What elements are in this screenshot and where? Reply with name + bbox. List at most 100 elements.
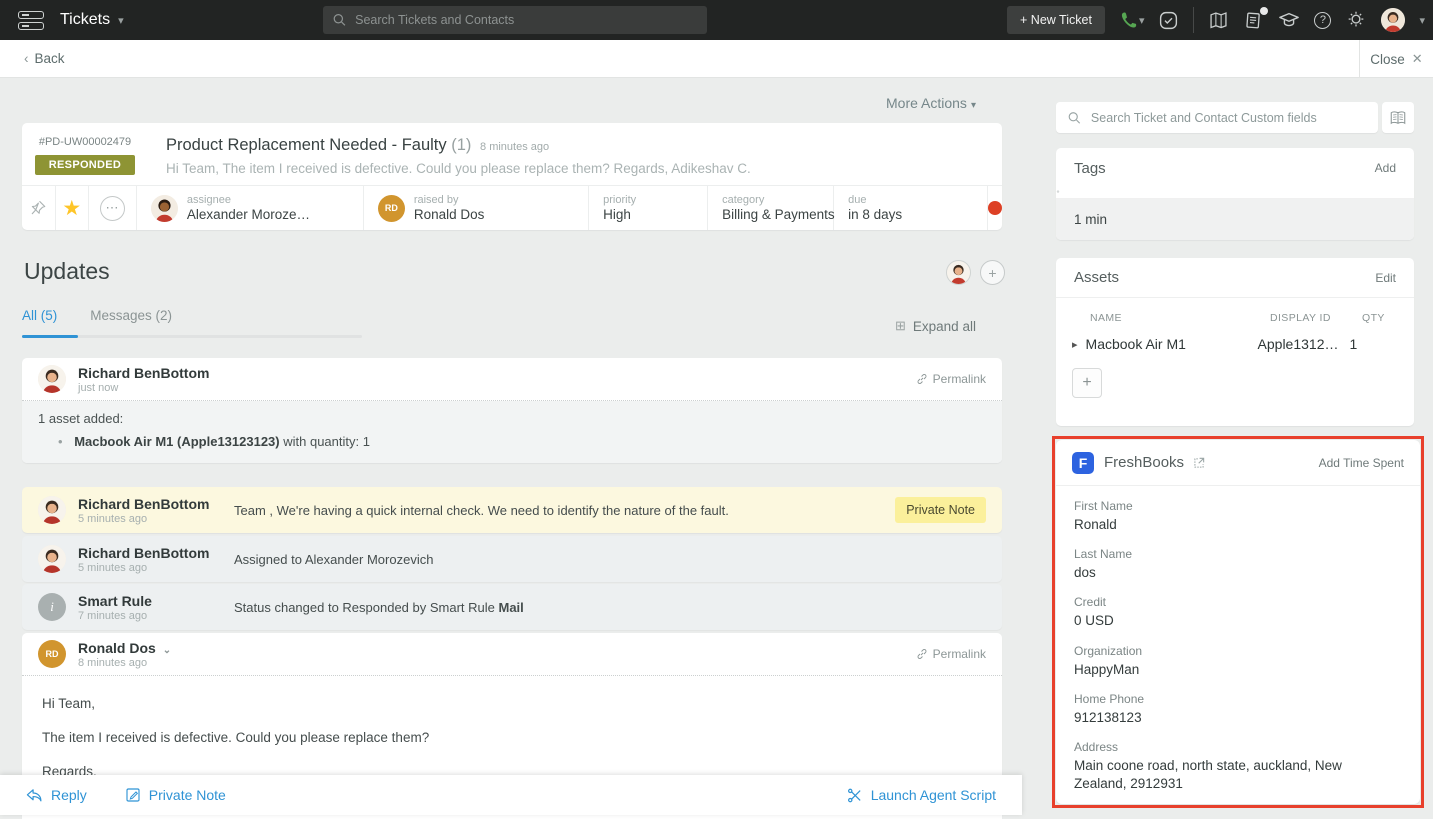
reply-button[interactable]: Reply — [26, 787, 87, 803]
sla-red-dot[interactable] — [988, 201, 1002, 215]
more-actions-label: More Actions — [886, 95, 967, 111]
asset-display-id: Apple1312… — [1258, 336, 1350, 352]
expand-all-button[interactable]: ⊞ Expand all — [895, 318, 976, 334]
chevron-down-icon[interactable]: ▾ — [1419, 14, 1425, 27]
category-value: Billing & Payments — [722, 207, 835, 222]
private-note-label: Private Note — [149, 787, 226, 803]
entry-author[interactable]: Richard BenBottom — [78, 545, 209, 561]
watcher-avatar[interactable] — [946, 260, 971, 285]
freshbooks-header: F FreshBooks Add Time Spent — [1056, 440, 1420, 486]
fb-label: Organization — [1074, 644, 1402, 658]
todo-menu[interactable] — [1158, 10, 1179, 31]
due-field[interactable]: due in 8 days — [834, 186, 988, 230]
bullet-icon: • — [58, 434, 63, 449]
ticket-title[interactable]: Product Replacement Needed - Faulty — [166, 136, 447, 154]
asset-row[interactable]: ▸ Macbook Air M1 Apple1312… 1 — [1056, 324, 1414, 352]
ideas-menu[interactable] — [1345, 9, 1367, 31]
name-chevron-icon: ⌄ — [163, 645, 171, 656]
caret-right-icon[interactable]: ▸ — [1072, 338, 1078, 351]
tab-all[interactable]: All (5) — [22, 308, 57, 335]
entry-time: 7 minutes ago — [78, 610, 152, 622]
add-asset-button[interactable]: + — [1072, 368, 1102, 398]
more-actions-button[interactable]: More Actions▾ — [886, 95, 976, 111]
asset-name: Macbook Air M1 — [1086, 336, 1258, 352]
agent-avatar — [38, 496, 66, 524]
ticket-summary-card: #PD-UW00002479 RESPONDED Product Replace… — [22, 123, 1002, 230]
phone-menu[interactable]: ▾ — [1119, 10, 1145, 30]
user-avatar — [1381, 8, 1405, 32]
close-icon: ✕ — [1412, 51, 1423, 67]
freshbooks-card: F FreshBooks Add Time Spent First Name R… — [1056, 440, 1420, 804]
ticket-toolbar: ‹ Back Close ✕ — [0, 40, 1433, 78]
permalink-button[interactable]: Permalink — [916, 647, 986, 661]
raised-by-field[interactable]: RD raised by Ronald Dos — [364, 186, 589, 230]
assets-edit-button[interactable]: Edit — [1375, 271, 1396, 285]
star-icon: ★ — [62, 196, 81, 221]
tab-messages[interactable]: Messages (2) — [90, 308, 172, 335]
custom-fields-search-input[interactable] — [1091, 111, 1366, 125]
due-label: due — [848, 194, 902, 206]
profile-menu[interactable] — [1381, 8, 1405, 32]
assets-col-display-id: DISPLAY ID — [1270, 312, 1362, 324]
custom-fields-search[interactable] — [1056, 102, 1378, 133]
entry-author[interactable]: Richard BenBottom — [78, 365, 209, 381]
entry-author[interactable]: Richard BenBottom — [78, 496, 209, 512]
global-search[interactable] — [323, 6, 707, 34]
freshbooks-logo: F — [1072, 452, 1094, 474]
ticket-thread-count: (1) — [451, 136, 471, 154]
category-field[interactable]: category Billing & Payments — [708, 186, 834, 230]
ellipsis-icon: ⋯ — [100, 196, 125, 221]
update-entry-private-note: Richard BenBottom 5 minutes ago Team , W… — [22, 487, 1002, 533]
clipped-widget-row: ˳⋯ — [1056, 188, 1414, 199]
module-selector-label: Tickets — [60, 11, 110, 29]
assets-col-qty: QTY — [1362, 312, 1385, 324]
entry-time: 8 minutes ago — [78, 657, 171, 669]
fb-label: Home Phone — [1074, 692, 1402, 706]
star-button[interactable]: ★ — [56, 186, 90, 230]
add-watcher-button[interactable]: + — [980, 260, 1005, 285]
assignee-field[interactable]: assignee Alexander Moroze… — [137, 186, 364, 230]
external-link-icon[interactable] — [1192, 456, 1206, 470]
back-button[interactable]: ‹ Back — [24, 51, 65, 66]
fields-panel-button[interactable] — [1382, 102, 1414, 133]
product-switcher-icon[interactable] — [18, 11, 44, 30]
new-ticket-button[interactable]: + New Ticket — [1007, 6, 1105, 34]
assignee-avatar — [151, 195, 178, 222]
global-search-input[interactable] — [355, 13, 697, 27]
permalink-button[interactable]: Permalink — [916, 372, 986, 386]
permalink-label: Permalink — [933, 647, 986, 661]
tags-add-button[interactable]: Add — [1375, 161, 1396, 175]
raised-by-value: Ronald Dos — [414, 207, 485, 222]
requester-avatar: RD — [38, 640, 66, 668]
entry-author[interactable]: Ronald Dos⌄ — [78, 640, 171, 656]
asset-added-bullet: • Macbook Air M1 (Apple13123123) with qu… — [38, 434, 986, 449]
priority-field[interactable]: priority High — [589, 186, 708, 230]
guide-menu[interactable] — [1208, 10, 1229, 31]
back-chevron-icon: ‹ — [24, 51, 29, 66]
whats-new-menu[interactable] — [1243, 10, 1264, 31]
launch-agent-script-button[interactable]: Launch Agent Script — [846, 787, 996, 804]
raised-by-label: raised by — [414, 194, 485, 206]
ticket-time: 8 minutes ago — [480, 141, 549, 153]
entry-time: 5 minutes ago — [78, 562, 209, 574]
info-icon: i — [38, 593, 66, 621]
private-note-badge: Private Note — [895, 497, 986, 523]
graduation-cap-icon — [1278, 9, 1300, 31]
tags-header: Tags Add — [1056, 148, 1414, 188]
reply-label: Reply — [51, 787, 87, 803]
back-label: Back — [35, 51, 65, 66]
pin-button[interactable] — [22, 186, 56, 230]
message-line: The item I received is defective. Could … — [42, 730, 982, 745]
sla-indicator-cell — [988, 186, 1002, 230]
close-button[interactable]: Close ✕ — [1359, 40, 1433, 78]
assignee-value: Alexander Moroze… — [187, 207, 310, 222]
academy-menu[interactable] — [1278, 9, 1300, 31]
fb-label: Last Name — [1074, 547, 1402, 561]
module-selector[interactable]: Tickets ▾ — [60, 11, 124, 29]
asset-qty: 1 — [1350, 336, 1358, 352]
ticket-preview: Hi Team, The item I received is defectiv… — [166, 161, 1002, 176]
private-note-button[interactable]: Private Note — [125, 787, 226, 803]
help-menu[interactable]: ? — [1314, 12, 1331, 29]
add-time-spent-button[interactable]: Add Time Spent — [1319, 456, 1404, 470]
ticket-more-button[interactable]: ⋯ — [89, 186, 137, 230]
